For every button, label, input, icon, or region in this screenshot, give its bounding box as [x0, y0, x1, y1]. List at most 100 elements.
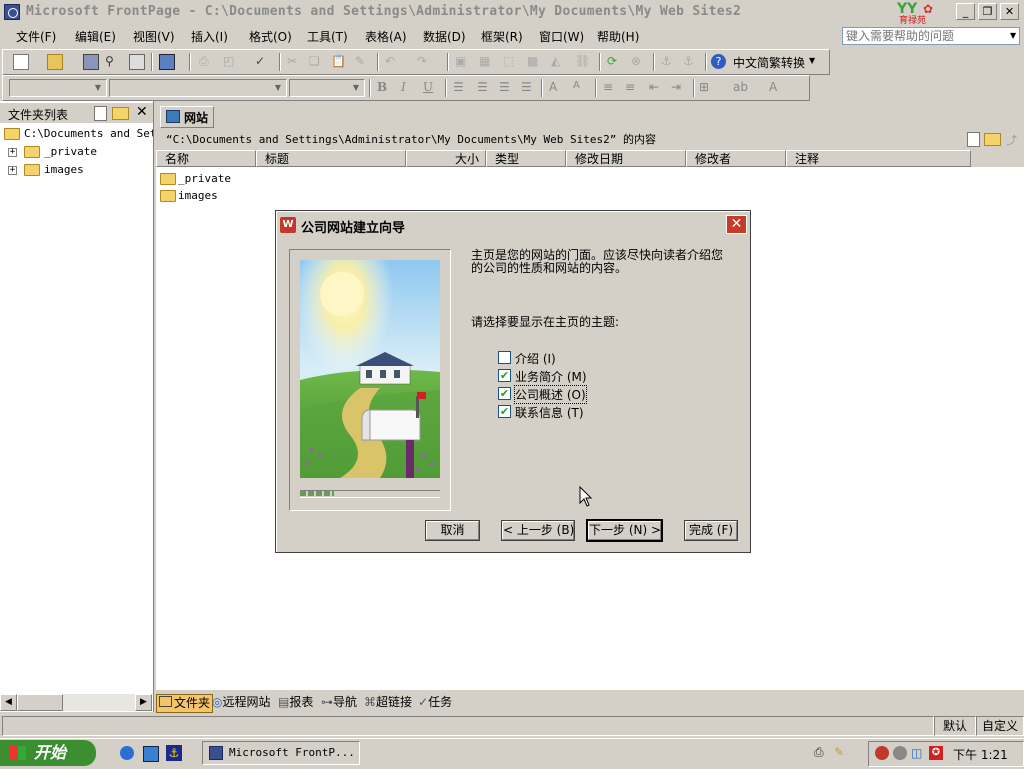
finish-button[interactable]: 完成 (F): [684, 520, 738, 541]
justify-icon[interactable]: ☰: [521, 80, 537, 96]
web-component-icon[interactable]: [159, 54, 175, 70]
tree-item-private[interactable]: + _private: [0, 143, 153, 161]
decrease-indent-icon[interactable]: ⇤: [649, 80, 665, 96]
back-button[interactable]: < 上一步 (B): [501, 520, 575, 541]
copy-icon[interactable]: ❏: [309, 54, 325, 70]
checkbox-company-overview[interactable]: ✔: [498, 387, 511, 400]
bold-button[interactable]: B: [377, 80, 393, 96]
help-icon[interactable]: ?: [711, 54, 726, 69]
checkbox-contact-info[interactable]: ✔: [498, 405, 511, 418]
style-combo[interactable]: ▼: [9, 79, 107, 97]
print-icon[interactable]: ⎙: [199, 54, 215, 70]
menu-view[interactable]: 视图(V): [133, 28, 175, 44]
column-modified[interactable]: 修改日期: [566, 150, 686, 167]
cancel-button[interactable]: 取消: [425, 520, 480, 541]
column-title[interactable]: 标题: [256, 150, 406, 167]
minimize-button[interactable]: _: [956, 3, 975, 20]
restore-button[interactable]: ❐: [978, 3, 997, 20]
menu-table[interactable]: 表格(A): [365, 28, 407, 44]
drawing-icon[interactable]: ◭: [551, 54, 567, 70]
insert-layer-icon[interactable]: ⬚: [503, 54, 519, 70]
view-folders[interactable]: 文件夹: [156, 694, 214, 713]
antivirus-tray-icon[interactable]: ✪: [929, 746, 943, 760]
new-folder-icon[interactable]: [984, 133, 1001, 146]
pencil-tray-icon[interactable]: ✎: [834, 745, 848, 759]
menu-file[interactable]: 文件(F): [16, 28, 56, 44]
cut-icon[interactable]: ✂: [287, 54, 303, 70]
tree-item-images[interactable]: + images: [0, 161, 153, 179]
paste-icon[interactable]: 📋: [331, 54, 347, 70]
search-icon[interactable]: ⚲: [105, 54, 121, 70]
save-icon[interactable]: [83, 54, 99, 70]
horizontal-scrollbar[interactable]: ◀ ▶: [0, 694, 152, 711]
menu-frames[interactable]: 框架(R): [481, 28, 523, 44]
start-button[interactable]: 开始: [0, 740, 96, 766]
checkbox-introduction[interactable]: [498, 351, 511, 364]
publish-icon[interactable]: [129, 54, 145, 70]
quicklaunch-app-icon[interactable]: ⚓: [166, 745, 182, 761]
new-page-icon[interactable]: [967, 132, 980, 147]
view-reports[interactable]: ▤报表: [276, 694, 315, 711]
menu-insert[interactable]: 插入(I): [191, 28, 228, 44]
menu-edit[interactable]: 编辑(E): [75, 28, 116, 44]
stop-icon[interactable]: ⊗: [631, 54, 647, 70]
help-dropdown-icon[interactable]: ▼: [1010, 31, 1016, 40]
view-hyperlinks[interactable]: ⌘超链接: [362, 694, 414, 711]
help-question-input[interactable]: [842, 27, 1020, 45]
align-left-icon[interactable]: ☰: [453, 80, 469, 96]
up-folder-icon[interactable]: ⤴: [1006, 132, 1020, 147]
column-type[interactable]: 类型: [486, 150, 566, 167]
borders-icon[interactable]: ⊞: [699, 80, 715, 96]
convert-dropdown-icon[interactable]: ▼: [809, 56, 815, 65]
column-comments[interactable]: 注释: [786, 150, 971, 167]
close-panel-icon[interactable]: ✕: [136, 104, 148, 120]
next-button[interactable]: 下一步 (N) >: [586, 519, 663, 542]
new-folder-icon[interactable]: [112, 107, 129, 120]
new-page-icon[interactable]: [13, 54, 29, 70]
column-name[interactable]: 名称: [156, 150, 256, 167]
menu-window[interactable]: 窗口(W): [539, 28, 584, 44]
menu-data[interactable]: 数据(D): [423, 28, 466, 44]
frontpage-quicklaunch-icon[interactable]: [143, 746, 159, 762]
column-modified-by[interactable]: 修改者: [686, 150, 786, 167]
font-combo[interactable]: ▼: [109, 79, 287, 97]
dialog-close-button[interactable]: ✕: [726, 215, 747, 234]
spelling-icon[interactable]: ✓: [255, 54, 271, 70]
tab-website[interactable]: 网站: [160, 106, 214, 128]
chinese-convert-button[interactable]: 中文简繁转换: [733, 54, 805, 71]
close-button[interactable]: ✕: [1000, 3, 1019, 20]
undo-icon[interactable]: ↶: [385, 54, 401, 70]
status-default[interactable]: 默认: [934, 716, 976, 736]
increase-indent-icon[interactable]: ⇥: [671, 80, 687, 96]
italic-button[interactable]: I: [401, 80, 417, 96]
hyperlink-icon[interactable]: ⛓: [575, 54, 591, 70]
scroll-left-icon[interactable]: ◀: [0, 694, 17, 711]
increase-font-icon[interactable]: A: [549, 80, 565, 96]
format-painter-icon[interactable]: ✎: [355, 54, 371, 70]
highlight-icon[interactable]: ab: [733, 80, 749, 96]
expand-icon[interactable]: +: [8, 166, 17, 175]
clock[interactable]: 下午 1:21: [953, 746, 1008, 763]
security-tray-icon[interactable]: [875, 746, 889, 760]
view-remote-site[interactable]: ◎远程网站: [210, 694, 273, 711]
taskbar-button-frontpage[interactable]: Microsoft FrontP...: [202, 741, 360, 765]
font-color-icon[interactable]: A: [769, 80, 785, 96]
numbering-icon[interactable]: ≡: [603, 80, 619, 96]
menu-format[interactable]: 格式(O): [249, 28, 292, 44]
view-navigation[interactable]: ⊶导航: [319, 694, 359, 711]
insert-table-icon[interactable]: ▦: [479, 54, 495, 70]
redo-icon[interactable]: ↷: [417, 54, 433, 70]
preview-icon[interactable]: ◰: [223, 54, 239, 70]
view-tasks[interactable]: ✓任务: [416, 694, 454, 711]
bullets-icon[interactable]: ≡: [625, 80, 641, 96]
volume-tray-icon[interactable]: ◫: [911, 746, 925, 760]
frontpage-app-icon[interactable]: [4, 4, 20, 20]
scroll-thumb[interactable]: [17, 694, 63, 711]
tree-root[interactable]: C:\Documents and Sett: [0, 125, 153, 143]
status-custom[interactable]: 自定义: [976, 716, 1024, 736]
insert-component-icon[interactable]: ▣: [455, 54, 471, 70]
underline-button[interactable]: U: [423, 80, 439, 96]
menu-tools[interactable]: 工具(T): [307, 28, 348, 44]
font-size-combo[interactable]: ▼: [289, 79, 365, 97]
open-folder-icon[interactable]: [47, 54, 63, 70]
